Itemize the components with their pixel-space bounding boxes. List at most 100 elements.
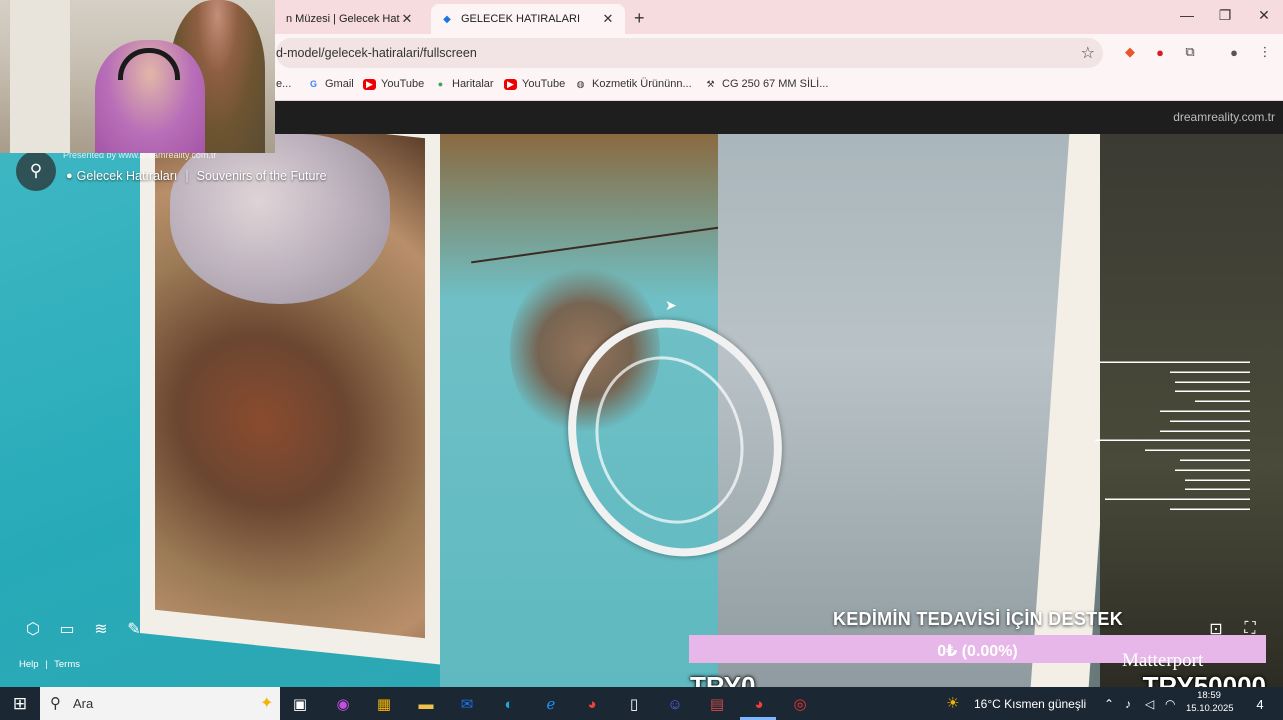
tray-expand-icon[interactable]: ⌃ <box>1104 697 1114 711</box>
url-text[interactable]: d-model/gelecek-hatiralari/fullscreen <box>276 46 477 60</box>
webcam-background-door <box>10 0 70 153</box>
floor-plan-icon[interactable]: ▭ <box>56 618 78 640</box>
bookmark-star-icon[interactable]: ☆ <box>1081 43 1095 63</box>
microphone-icon[interactable]: ♪ <box>1125 697 1131 711</box>
matterport-logo: Matterport <box>1122 650 1204 671</box>
close-window-button[interactable]: ✕ <box>1254 7 1274 24</box>
weather-icon[interactable]: ☀ <box>946 694 959 712</box>
chat-line: ▬▬▬▬▬▬▬▬▬▬▬▬▬▬▬▬ <box>1170 368 1250 375</box>
chat-line: ▬▬▬▬▬▬▬▬▬▬▬▬▬▬▬▬▬▬ <box>1160 407 1250 414</box>
search-button[interactable]: ⚲ <box>16 151 56 191</box>
chat-line: ▬▬▬▬▬▬▬▬▬▬▬▬▬▬▬▬▬▬▬▬▬▬▬▬▬▬▬▬▬▬ <box>1100 359 1250 365</box>
terms-link[interactable]: Terms <box>54 659 80 670</box>
chat-line: ▬▬▬▬▬▬▬▬▬▬▬▬▬▬▬ <box>1175 466 1250 473</box>
bookmark-label: Haritalar <box>452 78 494 90</box>
youtube-icon: ▶ <box>504 78 517 90</box>
minimize-button[interactable]: — <box>1177 7 1197 23</box>
chat-line: ▬▬▬▬▬▬▬▬▬▬▬ <box>1195 398 1250 405</box>
opera-extension-icon[interactable]: ● <box>1151 43 1169 61</box>
webcam-overlay <box>0 0 275 153</box>
branch-artwork <box>471 226 719 264</box>
chat-line: ▬▬▬▬▬▬▬▬▬▬▬▬▬ <box>1185 486 1250 493</box>
youtube-icon: ▶ <box>363 78 376 90</box>
bookmark-haritalar[interactable]: ● Haritalar <box>434 78 494 90</box>
taskbar-search-box[interactable]: ⚲ Ara ✦ <box>40 687 280 720</box>
tool-icon: ⚒ <box>706 78 715 89</box>
floors-layers-icon[interactable]: ≋ <box>90 618 112 640</box>
calendar-app-icon[interactable]: ▤ <box>703 690 731 718</box>
bookmark-kozmetik[interactable]: ◍ Kozmetik Ürününn... <box>574 78 692 90</box>
address-bar[interactable]: d-model/gelecek-hatiralari/fullscreen ☆ <box>276 38 1103 68</box>
help-separator: | <box>45 659 48 670</box>
bookmark-youtube-2[interactable]: ▶ YouTube <box>504 78 565 90</box>
model-title[interactable]: ● Gelecek Hatıraları | Souvenirs of the … <box>66 169 327 183</box>
help-terms-links: Help | Terms <box>19 659 84 670</box>
chat-line: ▬▬▬▬▬▬▬▬▬▬▬▬▬▬▬▬ <box>1170 505 1250 512</box>
tab-title: GELECEK HATIRALARI <box>461 13 580 25</box>
notification-center-icon[interactable]: 4 <box>1250 694 1270 714</box>
chat-line: ▬▬▬▬▬▬▬▬▬▬▬▬▬▬▬ <box>1175 388 1250 395</box>
bookmark-cg250[interactable]: ⚒ CG 250 67 MM SİLİ... <box>704 78 828 90</box>
clock-time: 18:59 <box>1197 690 1221 701</box>
chrome-icon[interactable]: ◕ <box>578 690 606 718</box>
site-link[interactable]: dreamreality.com.tr <box>1173 110 1275 124</box>
maximize-button[interactable]: ❐ <box>1215 7 1235 24</box>
screen: n Müzesi | Gelecek Hatıraları ✕ ◆ GELECE… <box>0 0 1283 720</box>
bookmark-label: e... <box>276 78 292 90</box>
search-icon: ⚲ <box>29 161 43 180</box>
microsoft-store-icon[interactable]: ▦ <box>370 690 398 718</box>
outlook-icon[interactable]: ✉ <box>453 690 481 718</box>
help-link[interactable]: Help <box>19 659 39 670</box>
close-tab-icon[interactable]: ✕ <box>400 11 414 27</box>
edge-icon[interactable]: ◐ <box>495 690 523 718</box>
wifi-icon[interactable]: ◠ <box>1165 697 1175 711</box>
file-explorer-icon[interactable]: ▬ <box>412 690 440 718</box>
notification-count: 4 <box>1256 696 1264 712</box>
metamask-extension-icon[interactable]: ◆ <box>1121 43 1139 61</box>
copilot-sparkle-icon: ✦ <box>260 695 274 712</box>
bookmark-label: YouTube <box>522 78 566 90</box>
extensions-puzzle-icon[interactable]: ⧉ <box>1181 43 1199 61</box>
model-subtitle: Souvenirs of the Future <box>196 169 327 183</box>
bookmark-label: CG 250 67 MM SİLİ... <box>722 78 829 90</box>
bookmark-label: Kozmetik Ürününn... <box>592 78 692 90</box>
chat-line: ▬▬▬▬▬▬▬▬▬▬▬▬▬▬▬▬▬▬▬▬▬▬▬▬▬▬▬▬▬ <box>1105 496 1250 503</box>
profile-avatar-icon[interactable]: ● <box>1225 43 1243 61</box>
new-tab-button[interactable]: + <box>634 8 645 29</box>
weather-text[interactable]: 16°C Kısmen güneşli <box>974 697 1086 711</box>
dollhouse-view-icon[interactable]: ⬡ <box>22 618 44 640</box>
tab-title: n Müzesi | Gelecek Hatıraları <box>286 13 400 25</box>
tab-museum[interactable]: n Müzesi | Gelecek Hatıraları ✕ <box>276 4 424 34</box>
chrome-active-icon[interactable]: ◕ <box>745 690 773 718</box>
chat-line: ▬▬▬▬▬▬▬▬▬▬▬▬▬▬▬▬ <box>1170 417 1250 424</box>
document-icon[interactable]: ▯ <box>620 690 648 718</box>
globe-icon: ◍ <box>576 78 585 89</box>
obs-recording-icon[interactable]: ◎ <box>786 690 814 718</box>
copilot-icon[interactable]: ◉ <box>329 690 357 718</box>
bookmark-gmail[interactable]: G Gmail <box>307 78 354 90</box>
bookmark-label: YouTube <box>381 78 425 90</box>
close-tab-icon[interactable]: ✕ <box>601 11 615 27</box>
windows-start-icon[interactable]: ⊞ <box>6 690 34 718</box>
mouse-cursor-icon: ➤ <box>665 297 677 313</box>
maps-icon: ● <box>437 78 444 89</box>
tab-gelecek-hatiralari[interactable]: ◆ GELECEK HATIRALARI ✕ <box>431 4 625 34</box>
bookmark-youtube[interactable]: ▶ YouTube <box>363 78 424 90</box>
clock-date: 15.10.2025 <box>1186 703 1234 714</box>
measure-tool-icon[interactable]: ✎ <box>123 618 145 640</box>
internet-explorer-icon[interactable]: ℯ <box>537 690 565 718</box>
donation-title: KEDİMİN TEDAVİSİ İÇİN DESTEK <box>832 609 1124 629</box>
system-clock[interactable]: 18:59 15.10.2025 <box>1186 689 1234 715</box>
search-placeholder: Ara <box>73 696 94 711</box>
task-view-icon[interactable]: ▣ <box>286 690 314 718</box>
chat-line: ▬▬▬▬▬▬▬▬▬▬▬▬▬▬▬▬▬▬▬▬▬ <box>1145 447 1250 454</box>
menu-kebab-icon[interactable]: ⋮ <box>1256 43 1274 61</box>
title-separator: | <box>185 169 189 183</box>
bookmark-label: Gmail <box>325 78 354 90</box>
speaker-icon[interactable]: ◁ <box>1145 697 1154 711</box>
stream-chat-overlay: ▬▬▬▬▬▬▬▬▬▬▬▬▬▬▬▬▬▬▬▬▬▬▬▬▬▬▬▬▬▬ ▬▬▬▬▬▬▬▬▬… <box>1060 358 1250 515</box>
discord-icon[interactable]: ☺ <box>661 690 689 718</box>
bookmark-item[interactable]: e... <box>276 78 291 90</box>
search-icon: ⚲ <box>50 695 61 712</box>
chat-line: ▬▬▬▬▬▬▬▬▬▬▬▬▬ <box>1185 476 1250 483</box>
